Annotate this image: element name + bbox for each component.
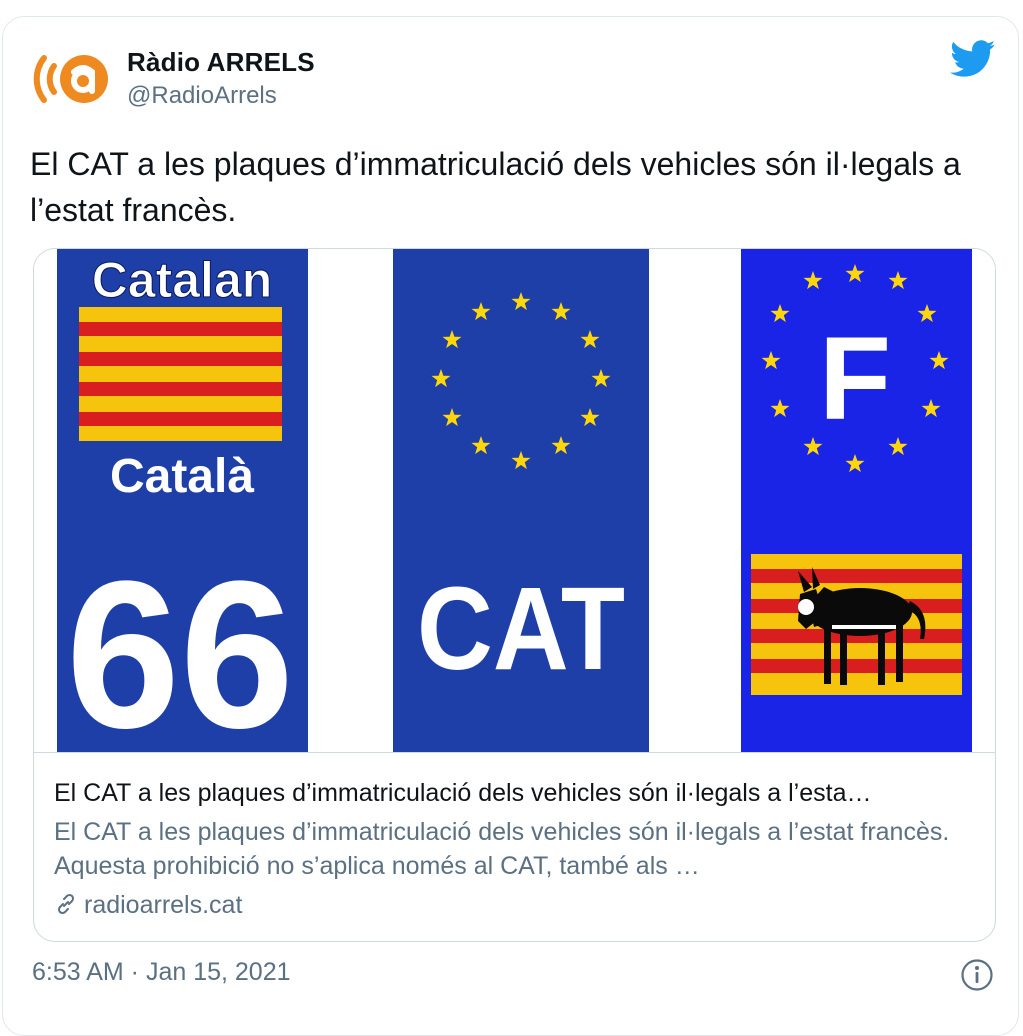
plate-text-catalan: Catalan: [92, 252, 273, 308]
radio-arrels-logo[interactable]: [30, 36, 116, 122]
info-icon[interactable]: [960, 958, 994, 992]
senyera-flag: [79, 307, 282, 441]
senyera-donkey-sticker: [751, 554, 962, 695]
user-handle[interactable]: @RadioArrels: [127, 82, 277, 110]
display-name[interactable]: Ràdio ARRELS: [127, 47, 315, 78]
tweet-text: El CAT a les plaques d’immatriculació de…: [30, 146, 961, 228]
plate-code-cat: CAT: [417, 563, 625, 695]
tweet-timestamp[interactable]: 6:53 AM · Jan 15, 2021: [32, 958, 291, 987]
card-divider: [34, 752, 995, 753]
link-preview-card[interactable]: Catalan Català 66 CAT F El CAT a les pla…: [33, 248, 996, 942]
plate-number-66: 66: [66, 537, 294, 752]
link-icon: [57, 893, 75, 915]
card-title[interactable]: El CAT a les plaques d’immatriculació de…: [54, 777, 979, 809]
card-domain[interactable]: radioarrels.cat: [54, 889, 242, 921]
card-description: El CAT a les plaques d’immatriculació de…: [54, 818, 950, 880]
card-image[interactable]: Catalan Català 66 CAT F: [34, 249, 995, 752]
license-plates-image: Catalan Català 66 CAT F: [57, 249, 972, 752]
plate-letter-f: F: [819, 313, 891, 445]
plate-text-catala: Català: [110, 450, 254, 503]
card-domain-text: radioarrels.cat: [84, 891, 243, 919]
twitter-bird-icon[interactable]: [950, 40, 996, 78]
